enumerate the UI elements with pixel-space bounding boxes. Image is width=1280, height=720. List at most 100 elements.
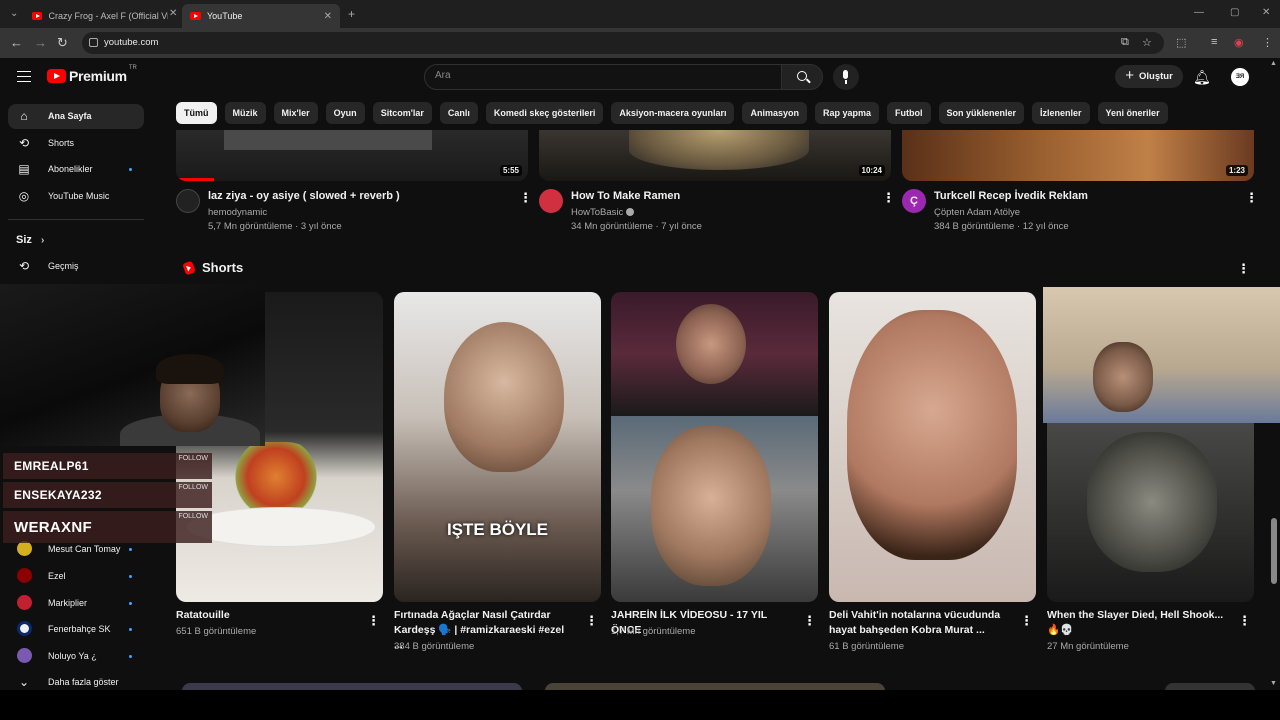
- filter-chip[interactable]: Müzik: [224, 102, 266, 124]
- shorts-heading: Shorts: [202, 260, 244, 275]
- video-title[interactable]: laz ziya - oy asiye ( slowed + reverb ): [208, 190, 400, 202]
- sidebar-you-heading[interactable]: Siz ›: [16, 234, 44, 246]
- short-menu-kebab-icon[interactable]: ⋮: [1020, 614, 1033, 627]
- video-menu-kebab-icon[interactable]: ⋮: [1245, 191, 1258, 204]
- site-info-icon[interactable]: [89, 38, 98, 47]
- shorts-menu-kebab-icon[interactable]: ⋮: [1237, 262, 1250, 275]
- search-box[interactable]: [424, 64, 782, 90]
- page-scrollbar-thumb[interactable]: [1271, 518, 1277, 584]
- video-channel[interactable]: hemodynamic: [208, 207, 267, 218]
- profile-icon[interactable]: ◉: [1234, 36, 1244, 49]
- channel-avatar[interactable]: [539, 189, 563, 213]
- short-menu-kebab-icon[interactable]: ⋮: [803, 614, 816, 627]
- channel-avatar[interactable]: [176, 189, 200, 213]
- filter-chip[interactable]: Rap yapma: [814, 102, 879, 124]
- sidebar-subscription-markiplier[interactable]: Markiplier: [8, 591, 144, 616]
- search-input[interactable]: [435, 70, 765, 81]
- close-window-icon[interactable]: ✕: [1262, 7, 1270, 18]
- sidebar-subscription-ezel[interactable]: Ezel: [8, 564, 144, 589]
- hamburger-menu-icon[interactable]: [17, 71, 31, 82]
- short-title[interactable]: Ratatouille: [176, 608, 356, 623]
- sidebar-item-subscriptions[interactable]: ▤ Abonelikler: [8, 157, 144, 182]
- short-menu-kebab-icon[interactable]: ⋮: [367, 614, 380, 627]
- short-menu-kebab-icon[interactable]: ⋮: [1238, 614, 1251, 627]
- sidebar-item-label: Abonelikler: [48, 164, 93, 174]
- extensions-icon[interactable]: ⬚: [1176, 36, 1186, 49]
- youtube-music-icon: ◎: [18, 189, 30, 203]
- new-content-dot: [129, 548, 132, 551]
- forward-arrow-icon[interactable]: →: [34, 35, 47, 50]
- sidebar-subscription-noluyo-ya[interactable]: Noluyo Ya ¿: [8, 644, 144, 669]
- video-thumbnail[interactable]: 1:23: [902, 130, 1254, 181]
- filter-chip[interactable]: Komedi skeç gösterileri: [485, 102, 604, 124]
- voice-search-mic-icon[interactable]: [833, 64, 859, 90]
- filter-chip[interactable]: Aksiyon-macera oyunları: [611, 102, 735, 124]
- browser-tab-crazy-frog[interactable]: Crazy Frog - Axel F (Official Vid: [24, 4, 176, 28]
- create-button[interactable]: + Oluştur: [1115, 65, 1183, 88]
- sidebar-item-history[interactable]: ⟲ Geçmiş: [8, 254, 144, 279]
- minimize-icon[interactable]: —: [1194, 7, 1204, 18]
- video-menu-kebab-icon[interactable]: ⋮: [519, 191, 532, 204]
- scroll-up-arrow-icon[interactable]: ▲: [1270, 60, 1277, 67]
- filter-chip[interactable]: Yeni öneriler: [1097, 102, 1168, 124]
- bookmark-star-icon[interactable]: ☆: [1142, 36, 1152, 49]
- browser-tab-youtube[interactable]: YouTube ✕: [182, 4, 340, 28]
- video-meta: 5,7 Mn görüntüleme · 3 yıl önce: [208, 221, 342, 232]
- filter-chip[interactable]: Oyun: [325, 102, 365, 124]
- youtube-premium-logo[interactable]: Premium TR: [47, 65, 138, 84]
- youtube-masthead: Premium TR + Oluştur 🔔︎ ƎЯ: [0, 58, 1280, 98]
- video-channel[interactable]: Çöpten Adam Atölye: [934, 207, 1020, 218]
- filter-chip[interactable]: Mix'ler: [273, 102, 318, 124]
- account-avatar[interactable]: ƎЯ: [1229, 66, 1251, 88]
- follower-alert-row: EMREALP61 FOLLOW: [3, 453, 212, 479]
- filter-chip[interactable]: Canlı: [439, 102, 478, 124]
- new-content-dot: [129, 628, 132, 631]
- sidebar-item-shorts[interactable]: ⟲ Shorts: [8, 131, 144, 156]
- short-title[interactable]: When the Slayer Died, Hell Shook...🔥💀: [1047, 608, 1227, 638]
- notifications-bell-icon[interactable]: 🔔︎: [1193, 69, 1211, 86]
- video-menu-kebab-icon[interactable]: ⋮: [882, 191, 895, 204]
- new-tab-icon[interactable]: +: [348, 7, 355, 21]
- back-arrow-icon[interactable]: ←: [10, 35, 23, 50]
- close-tab-icon[interactable]: ✕: [169, 8, 177, 19]
- video-title[interactable]: How To Make Ramen: [571, 190, 680, 202]
- follow-badge: FOLLOW: [178, 484, 208, 491]
- short-thumbnail[interactable]: IŞTE BÖYLE: [394, 292, 601, 602]
- sidebar-item-youtube-music[interactable]: ◎ YouTube Music: [8, 184, 144, 209]
- search-button[interactable]: [781, 64, 823, 90]
- country-code: TR: [128, 65, 137, 71]
- plate-image: [186, 507, 376, 547]
- filter-chip[interactable]: Sitcom'lar: [372, 102, 432, 124]
- menu-kebab-icon[interactable]: ⋮: [1262, 36, 1273, 49]
- short-title[interactable]: Deli Vahit'in notalarına vücudunda hayat…: [829, 608, 1009, 638]
- video-title[interactable]: Turkcell Recep İvedik Reklam: [934, 190, 1088, 202]
- filter-chip[interactable]: İzlenenler: [1032, 102, 1090, 124]
- short-menu-kebab-icon[interactable]: ⋮: [585, 614, 598, 627]
- history-icon: ⟲: [18, 259, 30, 273]
- shorts-icon: ⟲: [18, 136, 30, 150]
- sidebar-item-home[interactable]: ⌂ Ana Sayfa: [8, 104, 144, 129]
- filter-chip[interactable]: Futbol: [887, 102, 931, 124]
- close-tab-icon[interactable]: ✕: [324, 11, 332, 22]
- filter-chip[interactable]: Animasyon: [742, 102, 807, 124]
- video-thumbnail[interactable]: 5:55: [176, 130, 528, 181]
- restore-icon[interactable]: ▢: [1230, 7, 1239, 18]
- short-thumbnail[interactable]: [611, 292, 818, 602]
- video-channel-row[interactable]: HowToBasic: [571, 207, 635, 218]
- scroll-down-arrow-icon[interactable]: ▼: [1270, 680, 1277, 687]
- cast-icon[interactable]: ⧉: [1121, 36, 1129, 49]
- tab-list-chevron-icon[interactable]: ⌄: [10, 8, 18, 19]
- video-thumbnail[interactable]: 10:24: [539, 130, 891, 181]
- sidebar-subscription-fenerbahce[interactable]: Fenerbahçe SK: [8, 617, 144, 642]
- video-duration: 1:23: [1225, 165, 1248, 176]
- filter-chip[interactable]: Tümü: [176, 102, 217, 124]
- letterbox-bar: [0, 690, 1280, 720]
- filter-chip[interactable]: Son yüklenenler: [938, 102, 1025, 124]
- subscriptions-icon: ▤: [18, 162, 30, 176]
- reading-list-icon[interactable]: ≡: [1211, 36, 1217, 48]
- channel-avatar[interactable]: Ç: [902, 189, 926, 213]
- address-bar[interactable]: youtube.com: [82, 32, 1164, 54]
- reload-icon[interactable]: ↻: [57, 35, 68, 51]
- short-thumbnail[interactable]: [829, 292, 1036, 602]
- second-webcam-overlay: [1043, 287, 1280, 423]
